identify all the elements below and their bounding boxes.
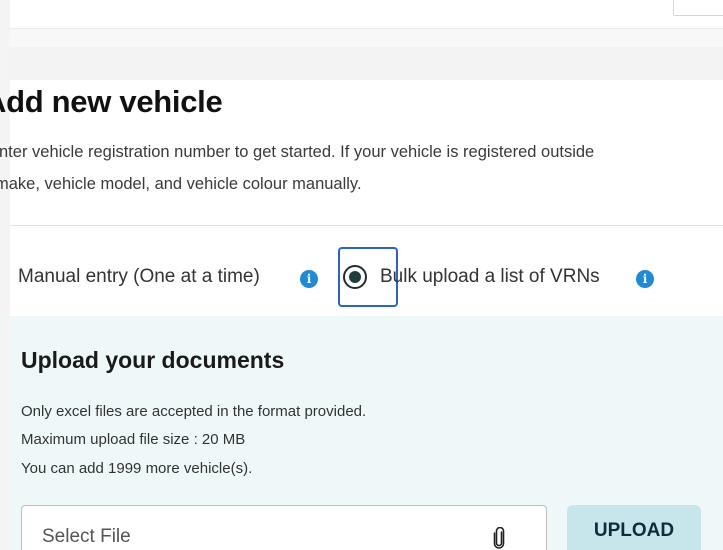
bulk-upload-radio[interactable]: [343, 265, 367, 289]
top-bar-control[interactable]: [673, 0, 723, 16]
page-title: Add new vehicle: [0, 84, 223, 119]
upload-button[interactable]: UPLOAD: [567, 505, 701, 550]
bulk-upload-label[interactable]: Bulk upload a list of VRNs: [380, 266, 600, 288]
header-band-highlight: [10, 29, 723, 47]
radio-selected-dot: [349, 271, 361, 283]
upload-panel: Upload your documents Only excel files a…: [10, 316, 723, 550]
info-icon[interactable]: i: [636, 270, 654, 288]
top-bar: [10, 0, 723, 29]
info-icon[interactable]: i: [300, 270, 318, 288]
header-band: [10, 29, 723, 80]
description-line-2: make, vehicle model, and vehicle colour …: [0, 175, 362, 193]
manual-entry-label[interactable]: Manual entry (One at a time): [18, 266, 260, 288]
file-select-placeholder: Select File: [42, 526, 131, 547]
upload-title: Upload your documents: [21, 347, 285, 373]
paperclip-icon[interactable]: [492, 527, 506, 549]
entry-mode-options: Manual entry (One at a time) i Bulk uplo…: [10, 240, 723, 316]
left-edge-strip: [0, 0, 10, 550]
section-divider: [10, 225, 723, 226]
page: Add new vehicle Enter vehicle registrati…: [0, 0, 723, 550]
description-line-1: Enter vehicle registration number to get…: [0, 143, 595, 161]
upload-note-size: Maximum upload file size : 20 MB: [21, 431, 246, 448]
upload-note-remaining: You can add 1999 more vehicle(s).: [21, 460, 253, 477]
file-select-input[interactable]: Select File: [21, 505, 547, 550]
upload-note-format: Only excel files are accepted in the for…: [21, 403, 367, 420]
